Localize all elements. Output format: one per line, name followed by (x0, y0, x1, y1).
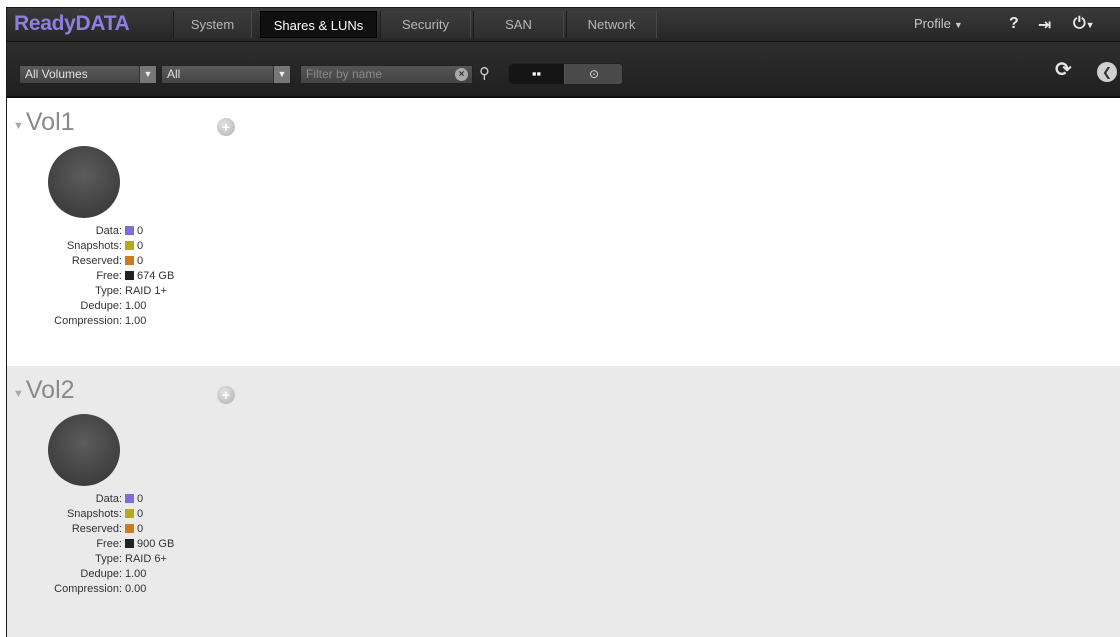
stat-label: Snapshots: (66, 508, 122, 520)
stat-value-snapshots: 0 (137, 508, 144, 520)
back-icon[interactable]: ❮ (1097, 62, 1117, 82)
stat-value-compression: 1.00 (125, 315, 147, 327)
reserved-swatch (125, 524, 134, 533)
filter-input[interactable]: Filter by name (300, 65, 473, 84)
type-select[interactable]: All ▼ (161, 65, 291, 84)
stat-label: Compression: (54, 315, 122, 327)
stat-label: Free: (96, 538, 122, 550)
profile-label: Profile (914, 16, 951, 31)
app-logo: ReadyDATA (14, 12, 130, 35)
stat-value-type: RAID 6+ (125, 553, 167, 565)
volume-name: Vol2 (25, 376, 75, 404)
grid-view-icon[interactable]: ▪▪ (509, 64, 564, 84)
free-swatch (125, 271, 134, 280)
tab-san[interactable]: SAN (473, 11, 564, 38)
stat-label: Reserved: (71, 255, 122, 267)
volume-name: Vol1 (25, 108, 75, 136)
chevron-down-icon: ▼ (273, 66, 290, 83)
chevron-down-icon: ▼ (953, 20, 963, 30)
clear-icon[interactable]: × (455, 68, 468, 81)
stat-value-data: 0 (137, 225, 144, 237)
volume-usage-disk (48, 146, 120, 218)
stat-label: Data: (95, 225, 122, 237)
stat-value-dedupe: 1.00 (125, 300, 147, 312)
volume-header[interactable]: ▼Vol1 (13, 108, 75, 137)
toolbar: All Volumes ▼ All ▼ Filter by name × ⚲ ▪… (7, 42, 1120, 98)
stat-value-compression: 0.00 (125, 583, 147, 595)
help-icon[interactable]: ? (1009, 15, 1019, 33)
view-toggle: ▪▪ ⊙ (508, 63, 623, 85)
volume-panel-vol2: ▼Vol2 + Data: 0 Snapshots: 0 Reserved: 0 Fr… (7, 366, 1120, 637)
tab-shares-luns[interactable]: Shares & LUNs (260, 11, 377, 38)
collapse-triangle-icon[interactable]: ▼ (13, 120, 24, 132)
free-swatch (125, 539, 134, 548)
chevron-down-icon: ▼ (139, 66, 156, 83)
add-share-icon[interactable]: + (217, 386, 235, 404)
volume-panel-vol1: ▼Vol1 + Data: 0 Snapshots: 0 Reserved: 0 Fr… (7, 98, 1120, 366)
profile-menu[interactable]: Profile ▼ (914, 16, 963, 31)
stat-label: Type: (95, 285, 122, 297)
data-swatch (125, 226, 134, 235)
search-icon[interactable]: ⚲ (479, 64, 490, 82)
volume-header[interactable]: ▼Vol2 (13, 376, 75, 405)
volume-select-value: All Volumes (25, 67, 88, 81)
type-select-value: All (167, 67, 181, 81)
tab-network[interactable]: Network (566, 11, 657, 38)
stat-label: Compression: (54, 583, 122, 595)
refresh-icon[interactable]: ⟳ (1055, 57, 1072, 82)
stat-label: Snapshots: (66, 240, 122, 252)
stat-value-type: RAID 1+ (125, 285, 167, 297)
stat-label: Free: (96, 270, 122, 282)
logout-icon[interactable]: ⇥ (1038, 15, 1051, 35)
stat-label: Dedupe: (80, 568, 122, 580)
reserved-swatch (125, 256, 134, 265)
stat-value-reserved: 0 (137, 255, 144, 267)
stat-value-snapshots: 0 (137, 240, 144, 252)
volume-usage-disk (48, 414, 120, 486)
stat-value-reserved: 0 (137, 523, 144, 535)
data-swatch (125, 494, 134, 503)
filter-placeholder: Filter by name (306, 67, 383, 81)
power-icon[interactable]: ⏻▼ (1073, 15, 1095, 33)
stat-value-dedupe: 1.00 (125, 568, 147, 580)
top-nav-bar: ReadyDATA System Shares & LUNs Security … (7, 8, 1120, 42)
snapshots-swatch (125, 509, 134, 518)
stat-label: Data: (95, 493, 122, 505)
add-share-icon[interactable]: + (217, 118, 235, 136)
stat-label: Dedupe: (80, 300, 122, 312)
collapse-triangle-icon[interactable]: ▼ (13, 388, 24, 400)
stat-value-free: 900 GB (137, 538, 175, 550)
snapshots-swatch (125, 241, 134, 250)
alt-view-icon[interactable]: ⊙ (565, 64, 622, 84)
stat-value-free: 674 GB (137, 270, 175, 282)
tab-security[interactable]: Security (380, 11, 471, 38)
tab-system[interactable]: System (173, 11, 252, 38)
app-window: ReadyDATA System Shares & LUNs Security … (6, 7, 1120, 637)
stat-value-data: 0 (137, 493, 144, 505)
stat-label: Reserved: (71, 523, 122, 535)
volume-select[interactable]: All Volumes ▼ (19, 65, 157, 84)
stat-label: Type: (95, 553, 122, 565)
